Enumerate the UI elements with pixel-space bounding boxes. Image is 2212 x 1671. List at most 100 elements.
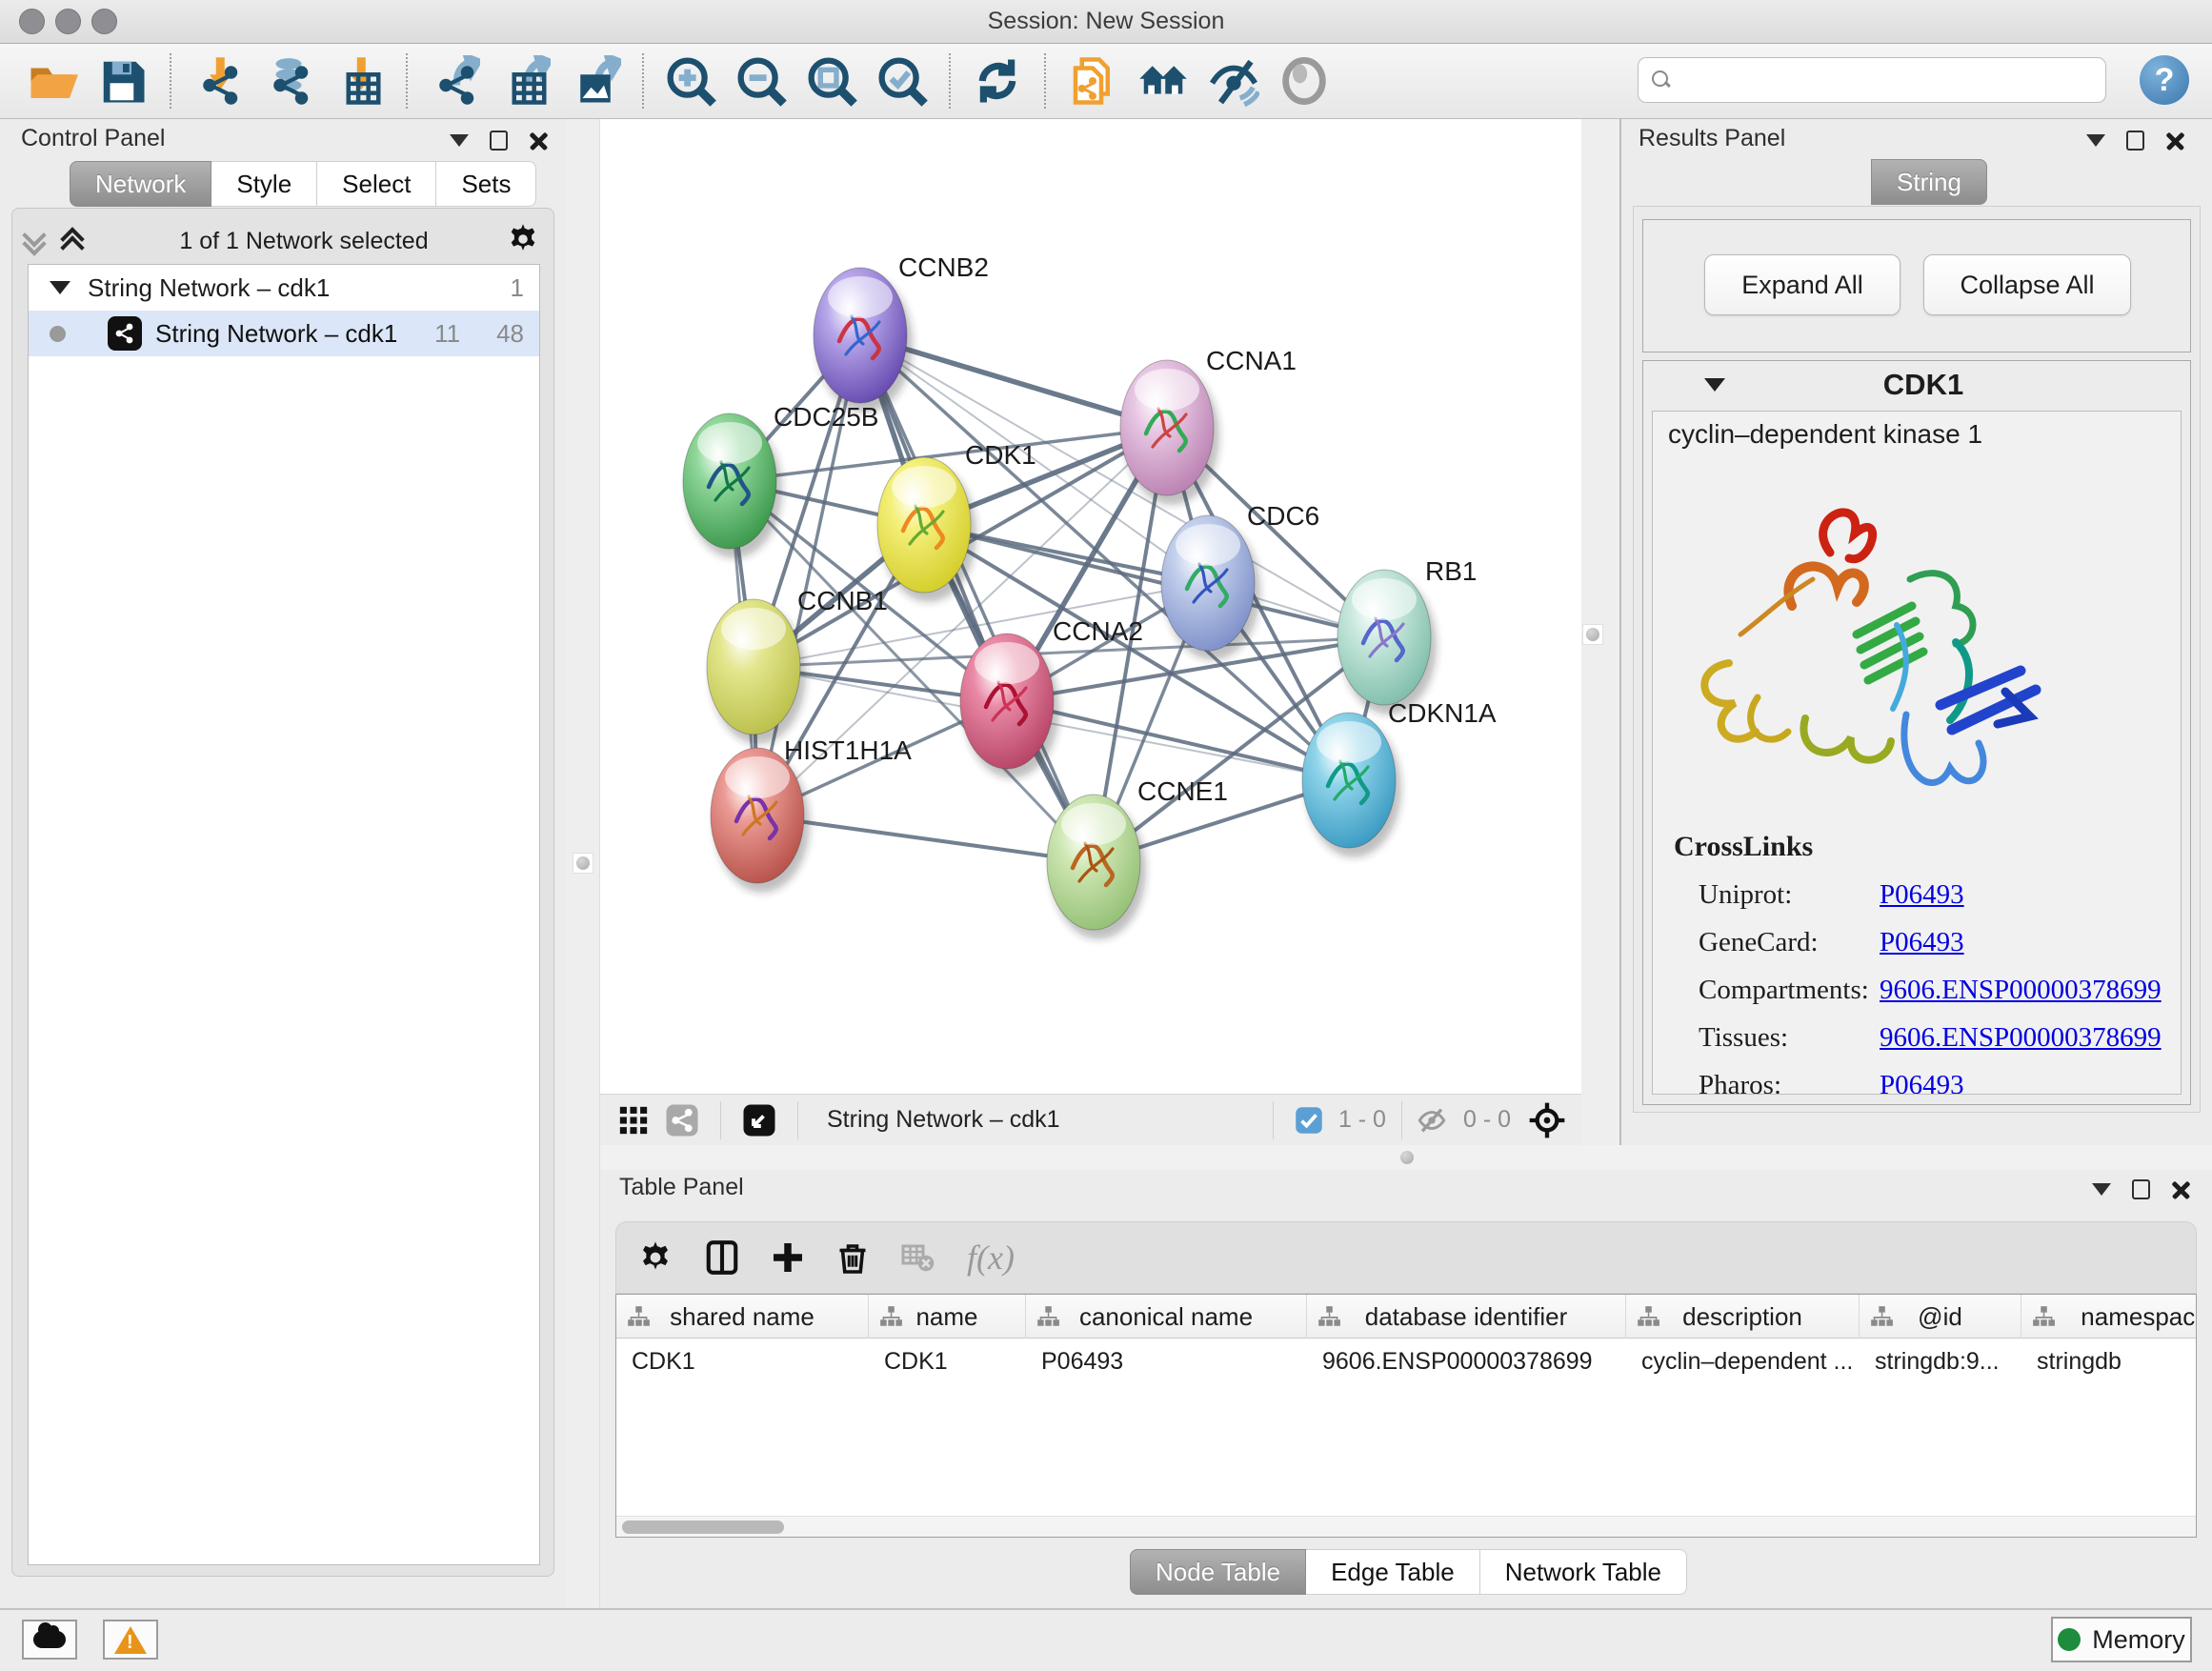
clipboard-network-icon[interactable] xyxy=(1063,51,1122,111)
network-node-CCNB2[interactable] xyxy=(814,268,913,413)
column-header-database-identifier[interactable]: database identifier xyxy=(1307,1295,1626,1339)
network-node-CDC25B[interactable] xyxy=(683,413,782,558)
edge-CCNB2-CCNE1[interactable] xyxy=(860,335,1094,862)
zoom-out-icon[interactable] xyxy=(732,51,791,111)
share-overview-icon[interactable] xyxy=(665,1103,699,1137)
tab-edge-table[interactable]: Edge Table xyxy=(1306,1549,1480,1595)
memory-button[interactable]: Memory xyxy=(2051,1617,2192,1662)
column-header-shared-name[interactable]: shared name xyxy=(616,1295,869,1339)
collapse-panel-icon[interactable] xyxy=(450,134,469,147)
import-table-file-icon[interactable] xyxy=(330,51,389,111)
cell-name[interactable]: CDK1 xyxy=(869,1339,1026,1384)
float-panel-icon[interactable] xyxy=(2126,131,2144,151)
network-node-RB1[interactable] xyxy=(1337,570,1437,715)
network-collection-row[interactable]: String Network – cdk1 1 xyxy=(29,265,539,311)
cell--id[interactable]: stringdb:9... xyxy=(1860,1339,2021,1384)
cell-canonical-name[interactable]: P06493 xyxy=(1026,1339,1307,1384)
export-network-icon[interactable] xyxy=(425,51,484,111)
cloud-status-button[interactable] xyxy=(22,1620,77,1660)
crosslink-link[interactable]: 9606.ENSP00000378699 xyxy=(1880,975,2162,1006)
import-network-database-icon[interactable] xyxy=(259,51,318,111)
expand-all-icon[interactable] xyxy=(26,231,50,252)
cell-description[interactable]: cyclin–dependent ... xyxy=(1626,1339,1860,1384)
collapse-collection-icon[interactable] xyxy=(50,281,70,294)
network-canvas[interactable]: CCNB2CCNA1CDC25BCDK1CDC6RB1CCNB1CCNA2CDK… xyxy=(600,119,1581,1094)
tab-sets[interactable]: Sets xyxy=(436,161,536,207)
collapse-gene-icon[interactable] xyxy=(1704,378,1725,392)
network-options-gear-icon[interactable] xyxy=(506,222,540,261)
export-table-icon[interactable] xyxy=(495,51,554,111)
hidden-eye-slash-icon[interactable] xyxy=(1416,1104,1448,1137)
search-input[interactable] xyxy=(1680,66,2096,94)
collapse-all-icon[interactable] xyxy=(64,231,89,252)
left-splitter[interactable] xyxy=(566,119,600,1608)
export-image-icon[interactable] xyxy=(566,51,625,111)
tab-select[interactable]: Select xyxy=(317,161,436,207)
search-box xyxy=(1638,57,2106,103)
crosslink-link[interactable]: 9606.ENSP00000378699 xyxy=(1880,1022,2162,1054)
tab-style[interactable]: Style xyxy=(211,161,317,207)
show-graphics-eye-icon[interactable] xyxy=(1275,51,1334,111)
bottom-splitter[interactable] xyxy=(600,1145,2212,1170)
network-row[interactable]: String Network – cdk1 11 48 xyxy=(29,311,539,356)
table-horizontal-scrollbar[interactable] xyxy=(616,1516,2196,1537)
show-columns-icon[interactable] xyxy=(704,1239,740,1276)
grid-view-icon[interactable] xyxy=(617,1104,650,1137)
crosslink-link[interactable]: P06493 xyxy=(1880,1070,1964,1095)
network-node-CDC6[interactable] xyxy=(1161,515,1260,660)
table-settings-gear-icon[interactable] xyxy=(637,1239,674,1276)
delete-column-trash-icon[interactable] xyxy=(835,1240,870,1275)
network-node-CCNA2[interactable] xyxy=(960,634,1059,778)
network-node-CCNB1[interactable] xyxy=(707,599,806,744)
warnings-button[interactable] xyxy=(103,1620,158,1660)
column-header-name[interactable]: name xyxy=(869,1295,1026,1339)
tab-network-table[interactable]: Network Table xyxy=(1480,1549,1687,1595)
selected-checkbox-icon[interactable] xyxy=(1295,1106,1323,1135)
float-panel-icon[interactable] xyxy=(490,131,508,151)
open-session-icon[interactable] xyxy=(23,51,82,111)
close-panel-icon[interactable] xyxy=(2171,1180,2190,1199)
fit-selected-crosshair-icon[interactable] xyxy=(1528,1101,1566,1139)
left-splitter-grip[interactable] xyxy=(573,853,593,874)
open-in-new-window-icon[interactable] xyxy=(742,1103,776,1137)
cell-namespace[interactable]: stringdb xyxy=(2021,1339,2197,1384)
right-splitter-grip[interactable] xyxy=(1582,624,1603,645)
collapse-panel-icon[interactable] xyxy=(2086,134,2105,147)
column-header--id[interactable]: @id xyxy=(1860,1295,2021,1339)
import-network-file-icon[interactable] xyxy=(189,51,248,111)
edge-CDK1-RB1[interactable] xyxy=(924,525,1384,637)
crosslink-link[interactable]: P06493 xyxy=(1880,879,1964,911)
collapse-panel-icon[interactable] xyxy=(2092,1183,2111,1196)
close-panel-icon[interactable] xyxy=(2165,131,2184,151)
right-splitter[interactable] xyxy=(1581,119,1619,1145)
save-session-icon[interactable] xyxy=(93,51,152,111)
refresh-icon[interactable] xyxy=(968,51,1027,111)
crosslink-link[interactable]: P06493 xyxy=(1880,927,1964,958)
close-panel-icon[interactable] xyxy=(529,131,548,151)
node-table[interactable]: shared namenamecanonical namedatabase id… xyxy=(615,1294,2197,1538)
cell-database-identifier[interactable]: 9606.ENSP00000378699 xyxy=(1307,1339,1626,1384)
crosslink-row: Uniprot:P06493 xyxy=(1674,879,2162,911)
bottom-splitter-grip[interactable] xyxy=(1397,1147,1418,1168)
collapse-all-button[interactable]: Collapse All xyxy=(1923,254,2131,315)
cell-shared-name[interactable]: CDK1 xyxy=(616,1339,869,1384)
zoom-in-icon[interactable] xyxy=(661,51,720,111)
column-header-description[interactable]: description xyxy=(1626,1295,1860,1339)
column-header-namespace[interactable]: namespace xyxy=(2021,1295,2197,1339)
scrollbar-thumb[interactable] xyxy=(622,1520,784,1534)
network-node-HIST1H1A[interactable] xyxy=(711,748,810,893)
tab-network[interactable]: Network xyxy=(70,161,211,207)
tab-node-table[interactable]: Node Table xyxy=(1130,1549,1306,1595)
network-node-CCNE1[interactable] xyxy=(1047,795,1146,939)
help-button[interactable]: ? xyxy=(2140,55,2189,105)
home-network-icon[interactable] xyxy=(1134,51,1193,111)
expand-all-button[interactable]: Expand All xyxy=(1704,254,1900,315)
network-node-CDKN1A[interactable] xyxy=(1302,713,1401,857)
create-column-plus-icon[interactable] xyxy=(771,1240,805,1275)
tab-string[interactable]: String xyxy=(1871,159,1987,205)
hide-graphics-eye-icon[interactable] xyxy=(1204,51,1263,111)
column-header-canonical-name[interactable]: canonical name xyxy=(1026,1295,1307,1339)
zoom-fit-icon[interactable] xyxy=(802,51,861,111)
float-panel-icon[interactable] xyxy=(2132,1179,2150,1199)
zoom-selected-icon[interactable] xyxy=(873,51,932,111)
